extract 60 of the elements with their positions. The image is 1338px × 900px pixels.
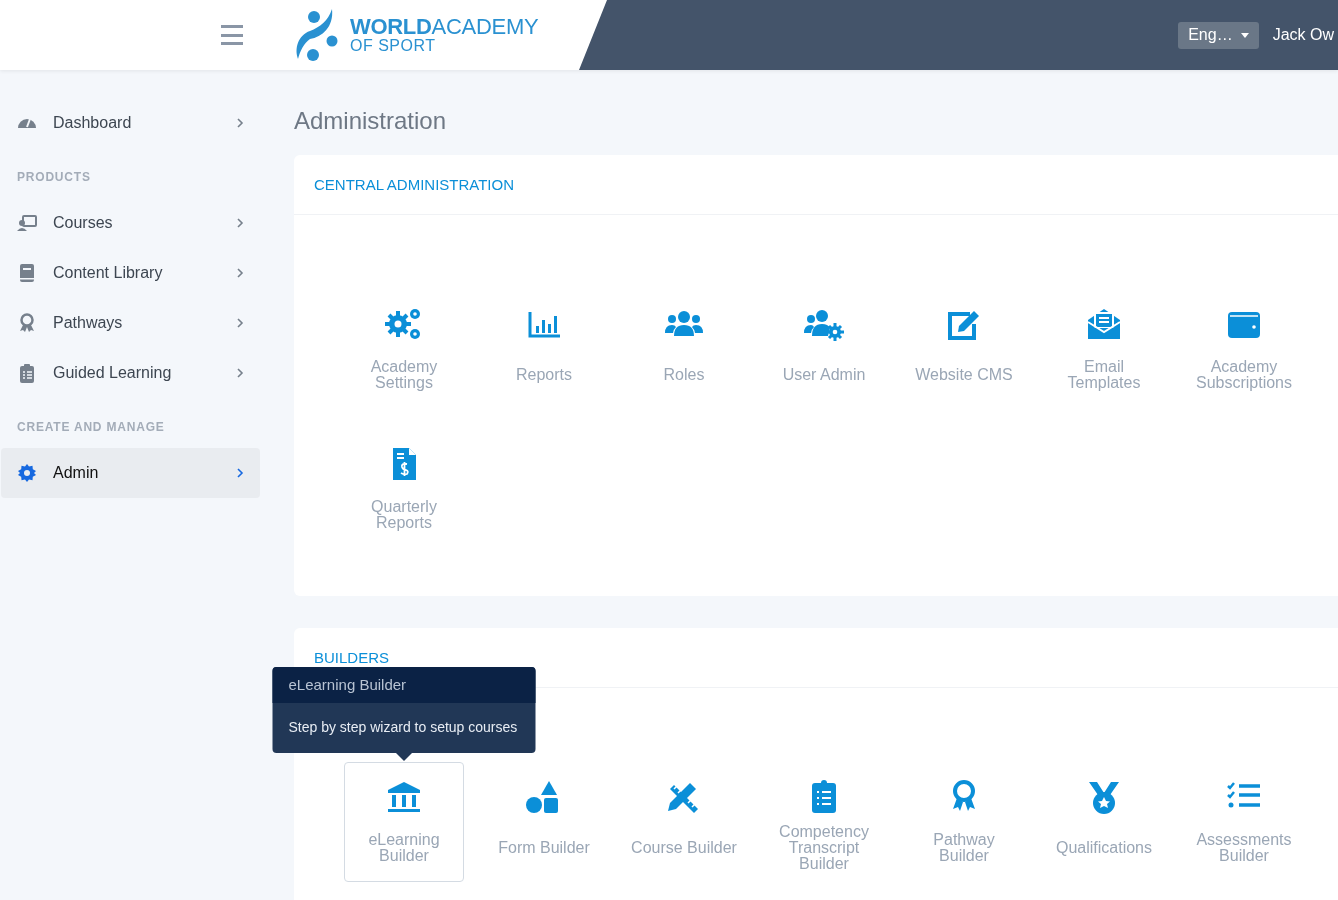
tile[interactable]: Email Templates	[1044, 289, 1164, 409]
tile[interactable]: Academy Settings	[344, 289, 464, 409]
tile[interactable]: Course Builder	[624, 762, 744, 882]
chevron-icon	[236, 367, 244, 379]
tile-label: Reports	[515, 367, 573, 383]
chevron-icon	[236, 267, 244, 279]
tile[interactable]: Reports	[484, 289, 604, 409]
tooltip-text: Step by step wizard to setup courses	[287, 718, 519, 737]
tile-label: Course Builder	[630, 840, 738, 856]
tile[interactable]: Assessments Builder	[1184, 762, 1304, 882]
chevron-icon	[236, 467, 244, 479]
sidebar-item[interactable]: Admin	[1, 448, 260, 498]
tile[interactable]: Form Builder	[484, 762, 604, 882]
section-title: BUILDERS	[314, 649, 390, 666]
sidebar-item[interactable]: Content Library	[1, 248, 260, 298]
tile-label: Qualifications	[1054, 840, 1153, 856]
chevron-icon	[236, 117, 244, 129]
chevron-icon	[236, 217, 244, 229]
tooltip-title: eLearning Builder	[272, 667, 536, 703]
tile-label: Quarterly Reports	[370, 499, 438, 531]
sidebar-item[interactable]: Guided Learning	[1, 348, 260, 398]
tile-label: Email Templates	[1066, 359, 1142, 391]
sidebar-item[interactable]: Pathways	[1, 298, 260, 348]
user-name[interactable]: Jack Ow	[1272, 26, 1334, 44]
presentation-icon	[17, 213, 37, 233]
tile-label: eLearning Builder	[367, 832, 441, 864]
tile[interactable]: Quarterly Reports	[344, 429, 464, 549]
language-select[interactable]: Eng…	[1178, 21, 1259, 49]
sidebar-item[interactable]: Dashboard	[1, 98, 260, 148]
tile[interactable]: Competency Transcript Builder	[764, 762, 884, 882]
menu-icon[interactable]	[221, 25, 243, 45]
tile[interactable]: Website CMS	[904, 289, 1024, 409]
logo-subtitle: OF SPORT	[350, 38, 437, 54]
tile-label: Roles	[662, 367, 706, 383]
tile[interactable]: User Admin	[764, 289, 884, 409]
tile-label: Pathway Builder	[932, 832, 996, 864]
tile[interactable]: Qualifications	[1044, 762, 1164, 882]
logo-title: WORLDACADEMY	[350, 16, 539, 38]
tile[interactable]: eLearning Builder	[344, 762, 464, 882]
chevron-icon	[236, 317, 244, 329]
award-icon	[17, 313, 37, 333]
tile-label: Assessments Builder	[1195, 832, 1293, 864]
tile[interactable]: Pathway Builder	[904, 762, 1024, 882]
clipboard-icon	[17, 363, 37, 383]
gear-icon	[17, 463, 37, 483]
sidebar-heading: PRODUCTS	[16, 169, 92, 186]
tile[interactable]: Academy Subscriptions	[1184, 289, 1304, 409]
tile-label: User Admin	[781, 367, 867, 383]
sidebar-item[interactable]: Courses	[1, 198, 260, 248]
page-title: Administration	[294, 107, 448, 135]
caret-icon	[1240, 32, 1249, 38]
tile-label: Form Builder	[497, 840, 591, 856]
tile-label: Website CMS	[914, 367, 1014, 383]
tile-label: Competency Transcript Builder	[778, 824, 870, 872]
book-icon	[17, 263, 37, 283]
tile[interactable]: Roles	[624, 289, 744, 409]
tile-label: Academy Subscriptions	[1194, 359, 1293, 391]
tile-label: Academy Settings	[369, 359, 439, 391]
sidebar-heading: CREATE AND MANAGE	[16, 419, 166, 436]
section-title: CENTRAL ADMINISTRATION	[314, 176, 515, 193]
